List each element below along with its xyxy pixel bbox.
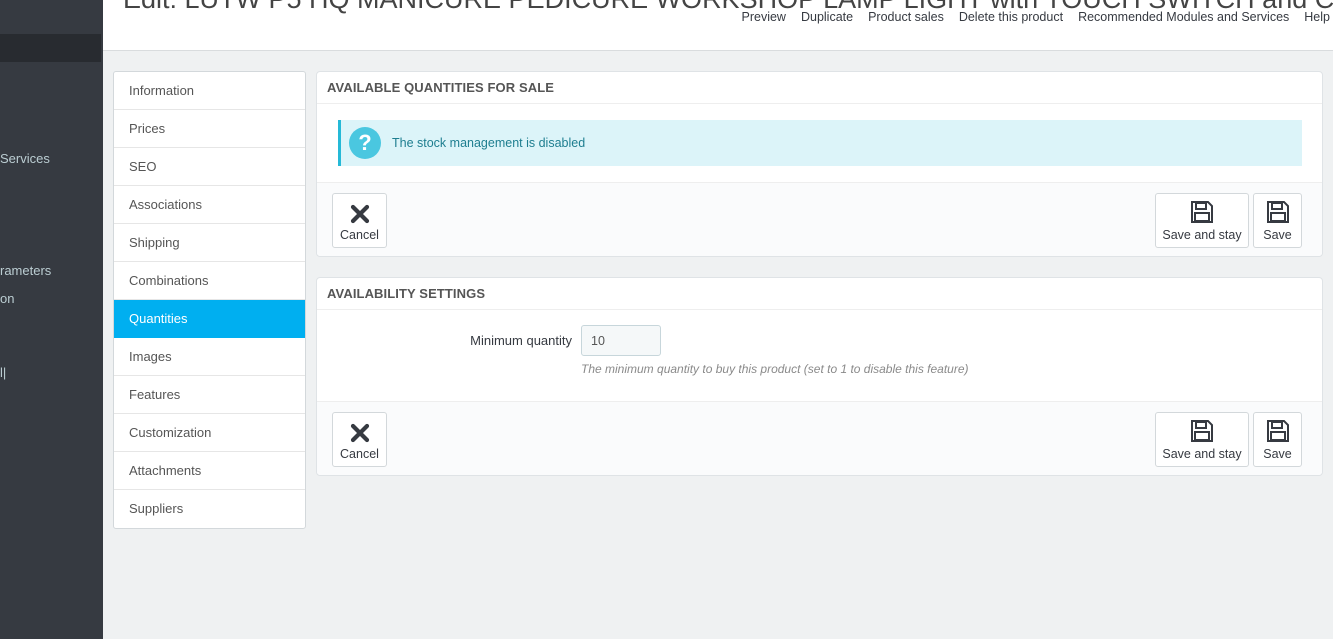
floppy-disk-icon: [1266, 419, 1290, 443]
save-and-stay-button[interactable]: Save and stay: [1155, 193, 1249, 248]
sidebar-item-parameters[interactable]: rameters: [0, 263, 51, 278]
tab-images[interactable]: Images: [114, 338, 305, 376]
save-label: Save: [1263, 447, 1292, 461]
tab-shipping[interactable]: Shipping: [114, 224, 305, 262]
tab-seo[interactable]: SEO: [114, 148, 305, 186]
header-toolbar: Preview Duplicate Product sales Delete t…: [742, 10, 1333, 24]
floppy-disk-icon: [1190, 200, 1214, 224]
sidebar-active-item[interactable]: [0, 34, 101, 62]
minimum-quantity-input[interactable]: [581, 325, 661, 356]
minimum-quantity-help: The minimum quantity to buy this product…: [581, 362, 969, 376]
product-sales-link[interactable]: Product sales: [868, 10, 944, 24]
floppy-disk-icon: [1266, 200, 1290, 224]
tab-quantities[interactable]: Quantities: [114, 300, 305, 338]
tab-prices[interactable]: Prices: [114, 110, 305, 148]
tab-customization[interactable]: Customization: [114, 414, 305, 452]
delete-product-link[interactable]: Delete this product: [959, 10, 1063, 24]
tab-associations[interactable]: Associations: [114, 186, 305, 224]
help-link[interactable]: Help: [1304, 10, 1330, 24]
panel-heading: AVAILABLE QUANTITIES FOR SALE: [317, 72, 1322, 104]
save-and-stay-label: Save and stay: [1162, 447, 1242, 461]
sidebar-item-on[interactable]: on: [0, 291, 14, 306]
minimum-quantity-row: Minimum quantity: [317, 325, 1322, 356]
panel-heading: AVAILABILITY SETTINGS: [317, 278, 1322, 310]
preview-link[interactable]: Preview: [742, 10, 786, 24]
sidebar-item-fragment[interactable]: l|: [0, 365, 6, 380]
sidebar-item-services[interactable]: Services: [0, 151, 50, 166]
stock-alert: ? The stock management is disabled: [338, 120, 1302, 166]
cancel-button[interactable]: Cancel: [332, 193, 387, 248]
available-quantities-panel: AVAILABLE QUANTITIES FOR SALE ? The stoc…: [316, 71, 1323, 257]
floppy-disk-icon: [1190, 419, 1214, 443]
duplicate-link[interactable]: Duplicate: [801, 10, 853, 24]
question-icon: ?: [349, 127, 381, 159]
tab-features[interactable]: Features: [114, 376, 305, 414]
close-icon: [350, 423, 370, 443]
panel-footer: Cancel Save and stay Save: [317, 182, 1322, 256]
cancel-label: Cancel: [340, 447, 379, 461]
main-sidebar: Services rameters on l|: [0, 0, 103, 639]
save-and-stay-button[interactable]: Save and stay: [1155, 412, 1249, 467]
cancel-label: Cancel: [340, 228, 379, 242]
save-and-stay-label: Save and stay: [1162, 228, 1242, 242]
tab-suppliers[interactable]: Suppliers: [114, 490, 305, 528]
cancel-button[interactable]: Cancel: [332, 412, 387, 467]
close-icon: [350, 204, 370, 224]
save-label: Save: [1263, 228, 1292, 242]
product-tabs: Information Prices SEO Associations Ship…: [113, 71, 306, 529]
alert-message: The stock management is disabled: [392, 136, 586, 150]
tab-combinations[interactable]: Combinations: [114, 262, 305, 300]
recommended-modules-link[interactable]: Recommended Modules and Services: [1078, 10, 1289, 24]
save-button[interactable]: Save: [1253, 412, 1302, 467]
tab-attachments[interactable]: Attachments: [114, 452, 305, 490]
panel-footer: Cancel Save and stay Save: [317, 401, 1322, 475]
save-button[interactable]: Save: [1253, 193, 1302, 248]
minimum-quantity-label: Minimum quantity: [470, 333, 572, 348]
tab-information[interactable]: Information: [114, 72, 305, 110]
page-header: Edit: LUTW P5 HQ MANICURE PEDICURE WORKS…: [103, 0, 1333, 51]
availability-settings-panel: AVAILABILITY SETTINGS Minimum quantity T…: [316, 277, 1323, 476]
